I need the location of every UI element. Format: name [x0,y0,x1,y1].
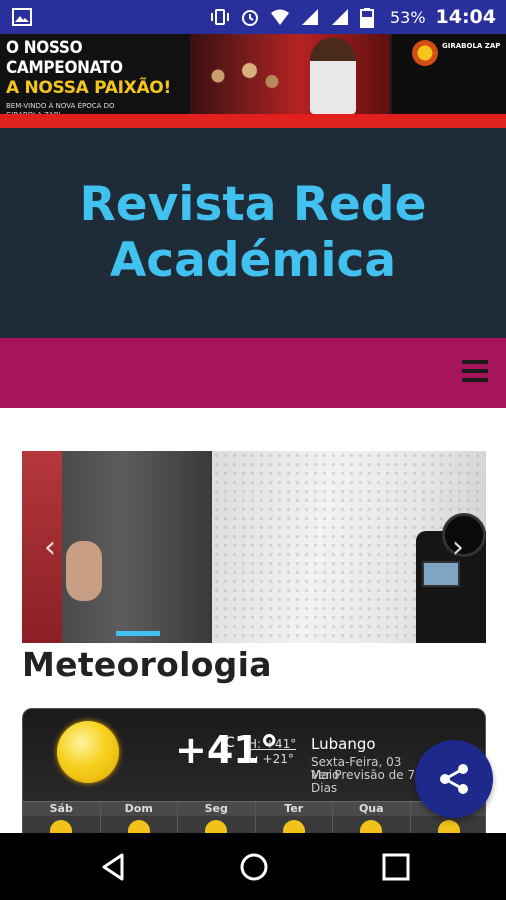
slider-next-button[interactable]: › [452,533,464,563]
sun-icon [205,820,228,833]
ad-banner[interactable]: O NOSSO CAMPEONATO A NOSSA PAIXÃO! BEM-V… [0,34,506,118]
home-icon[interactable] [236,851,272,883]
signal-icon [300,8,320,26]
ad-photo [190,34,390,114]
wifi-icon [270,8,290,26]
battery-percent: 53% [389,7,426,27]
forecast-day: Qua [333,802,411,833]
sun-icon [127,820,150,833]
hamburger-menu-icon[interactable] [462,360,488,384]
temperature-high-low: H: +41° L: +21° [248,737,296,767]
forecast-link[interactable]: Ver Previsão de 7 Dias [311,769,421,795]
image-notification-icon [12,8,32,30]
slider-indicator[interactable] [116,631,160,636]
status-icons: 53% 14:04 [210,0,496,34]
slide-hand [66,541,102,601]
ad-logo-panel: GIRABOLA ZAP [392,34,506,114]
clock: 14:04 [435,6,496,28]
forecast-day: Dom [100,802,178,833]
site-title[interactable]: Revista Rede Académica [43,177,463,289]
sun-icon [57,721,119,783]
forecast-day: Ter [255,802,333,833]
slide-camera [416,513,486,643]
section-title: Meteorologia [22,645,272,684]
alarm-icon [240,8,260,26]
recent-apps-icon[interactable] [378,851,414,883]
image-slider[interactable]: ‹ › [22,451,486,643]
temperature-unit: C [225,735,235,751]
ad-crowd-image [200,54,290,109]
sun-icon [50,820,73,833]
ad-text-panel: O NOSSO CAMPEONATO A NOSSA PAIXÃO! BEM-V… [0,34,200,118]
system-navigation-bar [0,833,506,900]
temperature-low: L: +21° [248,752,294,766]
status-bar: 53% 14:04 [0,0,506,34]
ad-logo-text: GIRABOLA ZAP [442,42,501,50]
forecast-row: Sáb Dom Seg Ter Qua [23,801,485,833]
slider-prev-button[interactable]: ‹ [44,533,56,563]
forecast-day: Seg [178,802,256,833]
sun-icon [360,820,383,833]
ad-player-image [310,38,356,114]
navigation-bar [0,338,506,408]
share-button[interactable] [415,740,493,818]
vibrate-icon [210,8,230,26]
share-icon [440,764,468,794]
weather-city: Lubango [311,735,376,753]
temperature-high: H: +41° [248,737,297,751]
ad-headline-2: A NOSSA PAIXÃO! [6,78,171,98]
girabola-logo-icon [412,40,438,66]
site-header: Revista Rede Académica [0,128,506,338]
battery-icon [359,8,380,28]
forecast-day: Sáb [23,802,101,833]
ad-headline-1: O NOSSO CAMPEONATO [6,38,123,78]
signal-icon-2 [330,8,350,26]
sun-icon [437,820,460,833]
back-icon[interactable] [96,851,132,883]
sun-icon [282,820,305,833]
